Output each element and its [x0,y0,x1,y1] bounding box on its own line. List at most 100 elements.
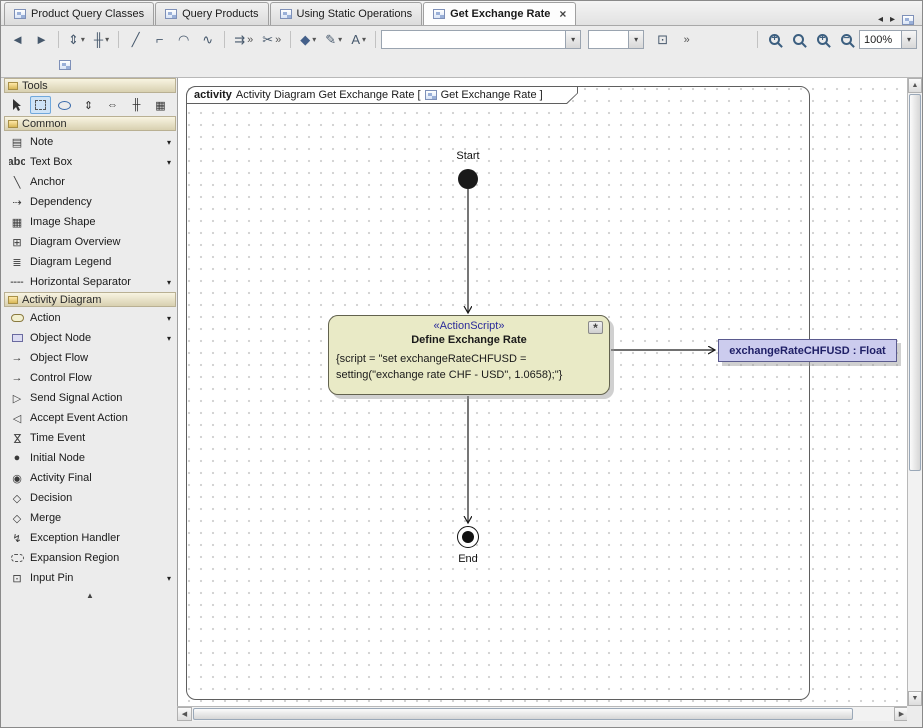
initial-node[interactable] [458,169,478,189]
overflow-icon: » [684,34,690,46]
palette-item-control-flow[interactable]: → Control Flow [4,368,176,388]
tab-get-exchange-rate[interactable]: Get Exchange Rate × [423,2,576,25]
palette-section-activity-diagram[interactable]: Activity Diagram [4,292,176,307]
palette-scroll-up-button[interactable]: ▲ [4,588,176,602]
palette-item-expansion-region[interactable]: Expansion Region [4,548,176,568]
overflow-icon: » [275,34,281,46]
chevron-down-icon[interactable]: ▾ [167,278,173,287]
forward-icon: ► [35,32,48,47]
chevron-down-icon[interactable]: ▾ [167,314,173,323]
font-size-combobox[interactable]: ▾ [588,30,644,49]
tab-using-static-operations[interactable]: Using Static Operations [270,2,423,25]
zoom-level-combobox[interactable]: 100% ▾ [859,30,917,49]
tab-query-products[interactable]: Query Products [155,2,268,25]
palette-item-diagram-overview[interactable]: ⊞ Diagram Overview [4,232,176,252]
align-tool-button[interactable]: ╫▾ [90,29,113,50]
chevron-down-icon[interactable]: ▾ [167,574,173,583]
horizontal-scrollbar-thumb[interactable] [193,708,853,720]
vertical-scrollbar-thumb[interactable] [909,94,921,471]
palette-item-text-box[interactable]: abc Text Box ▾ [4,152,176,172]
connector-tool-button[interactable] [54,96,75,114]
toolbar-separator [375,31,376,48]
align-horizontal-button[interactable]: ⇔ [102,96,123,114]
palette-item-note[interactable]: ▤ Note ▾ [4,132,176,152]
align-vertical-button[interactable]: ⇕ [78,96,99,114]
scissors-icon: ✂ [262,32,273,48]
layout-tool-button[interactable]: ⇕▾ [64,29,89,50]
font-family-combobox[interactable]: ▾ [381,30,581,49]
scroll-up-icon[interactable]: ▲ [908,78,922,93]
zoom-fit-button[interactable]: + [811,29,834,50]
activity-final-node[interactable] [457,526,479,548]
palette-item-activity-final[interactable]: ◉ Activity Final [4,468,176,488]
palette-item-initial-node[interactable]: ● Initial Node [4,448,176,468]
curved-line-icon: ◠ [178,32,189,48]
zoom-out-button[interactable]: − [835,29,858,50]
script-icon[interactable]: * [588,321,603,334]
zoom-in-button[interactable]: + [763,29,786,50]
move-arrows-icon: ⇉ [234,32,245,48]
frame-header[interactable]: activity Activity Diagram Get Exchange R… [186,86,578,104]
palette-item-image-shape[interactable]: ▦ Image Shape [4,212,176,232]
chevron-down-icon[interactable]: ▾ [901,31,916,48]
curved-path-button[interactable]: ◠ [172,29,195,50]
palette-item-decision[interactable]: ◇ Decision [4,488,176,508]
oblique-path-button[interactable]: ╱ [124,29,147,50]
chevron-down-icon[interactable]: ▾ [565,31,580,48]
chevron-down-icon[interactable]: ▾ [167,138,173,147]
palette-item-anchor[interactable]: ╲ Anchor [4,172,176,192]
next-tab-icon[interactable]: ▸ [890,14,895,25]
scroll-left-icon[interactable]: ◀ [177,707,192,721]
object-node-exchange-rate[interactable]: exchangeRateCHFUSD : Float [718,339,897,362]
back-button[interactable]: ◄ [6,29,29,50]
select-rect-tool-button[interactable] [30,96,51,114]
palette-item-action[interactable]: Action ▾ [4,308,176,328]
pointer-tool-button[interactable] [6,96,27,114]
palette-section-common[interactable]: Common [4,116,176,131]
tab-list-icon[interactable] [902,15,914,25]
horizontal-separator-icon: ╌╌ [9,276,25,289]
palette-item-dependency[interactable]: ⇢ Dependency [4,192,176,212]
action-define-exchange-rate[interactable]: «ActionScript» Define Exchange Rate {scr… [328,315,610,395]
palette-item-object-node[interactable]: Object Node ▾ [4,328,176,348]
grid-icon: ▦ [155,99,165,112]
toolbar-overflow-button[interactable]: » [675,29,698,50]
palette-item-object-flow[interactable]: → Object Flow [4,348,176,368]
close-tab-icon[interactable]: × [559,8,566,20]
diagram-canvas[interactable]: activity Activity Diagram Get Exchange R… [177,78,909,706]
cut-tool-button[interactable]: ✂» [258,29,285,50]
palette-item-input-pin[interactable]: ⊡ Input Pin ▾ [4,568,176,588]
distribute-button[interactable]: ╫ [126,96,147,114]
pen-color-button[interactable]: ✎▾ [321,29,346,50]
font-color-button[interactable]: A▾ [347,29,370,50]
chevron-down-icon: ▾ [105,35,109,44]
vertical-scrollbar[interactable]: ▲ ▼ [907,78,922,706]
rectilinear-path-button[interactable]: ⌐ [148,29,171,50]
palette-item-horizontal-separator[interactable]: ╌╌ Horizontal Separator ▾ [4,272,176,292]
horizontal-scrollbar[interactable]: ◀ ▶ [177,706,909,721]
palette-section-tools[interactable]: Tools [4,78,176,93]
diagram-overview-button[interactable] [53,54,76,75]
swimlane-grid-button[interactable]: ▦ [150,96,171,114]
toolbox-icon [8,82,18,90]
tab-product-query-classes[interactable]: Product Query Classes [4,2,154,25]
spline-path-button[interactable]: ∿ [196,29,219,50]
chevron-down-icon[interactable]: ▾ [167,158,173,167]
image-shape-button[interactable]: ⊡ [651,29,674,50]
palette-item-send-signal-action[interactable]: ▷ Send Signal Action [4,388,176,408]
chevron-down-icon[interactable]: ▾ [628,31,643,48]
previous-tab-icon[interactable]: ◂ [878,14,883,25]
palette-item-merge[interactable]: ◇ Merge [4,508,176,528]
oblique-line-icon: ╱ [132,32,140,48]
forward-button[interactable]: ► [30,29,53,50]
palette-item-exception-handler[interactable]: ↯ Exception Handler [4,528,176,548]
move-tool-button[interactable]: ⇉» [230,29,257,50]
palette-item-accept-event-action[interactable]: ◁ Accept Event Action [4,408,176,428]
chevron-down-icon[interactable]: ▾ [167,334,173,343]
fill-color-button[interactable]: ◆▾ [296,29,320,50]
fill-color-icon: ◆ [300,32,310,48]
palette-item-diagram-legend[interactable]: ≣ Diagram Legend [4,252,176,272]
palette-item-time-event[interactable]: ⋈ Time Event [4,428,176,448]
scroll-down-icon[interactable]: ▼ [908,691,922,706]
zoom-reset-button[interactable] [787,29,810,50]
